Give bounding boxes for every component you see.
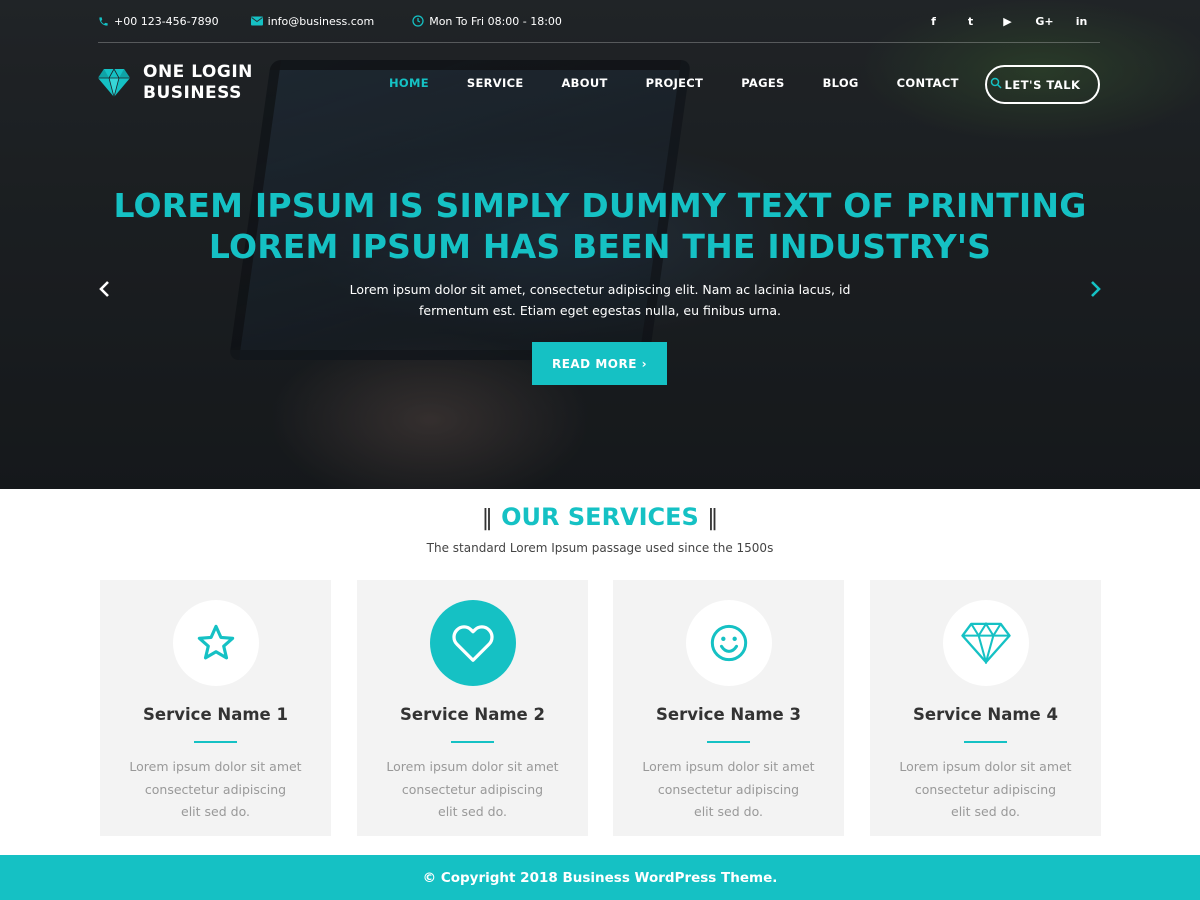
service-underline — [964, 741, 1007, 743]
service-icon-circle — [173, 600, 259, 686]
hero-lead-line-2: fermentum est. Etiam eget egestas nulla,… — [419, 303, 781, 318]
star-icon — [197, 624, 235, 660]
nav-contact[interactable]: CONTACT — [897, 76, 959, 90]
brand-line-1: ONE LOGIN — [143, 62, 253, 82]
service-icon-circle — [686, 600, 772, 686]
hero-headline-line-2: LOREM IPSUM HAS BEEN THE INDUSTRY'S — [208, 227, 992, 266]
service-name: Service Name 2 — [400, 705, 545, 724]
email-info[interactable]: info@business.com — [250, 14, 375, 28]
service-card-2[interactable]: Service Name 2 Lorem ipsum dolor sit ame… — [357, 580, 588, 836]
facebook-icon[interactable]: f — [915, 15, 952, 28]
service-name: Service Name 4 — [913, 705, 1058, 724]
service-underline — [194, 741, 237, 743]
services-title-text: OUR SERVICES — [501, 503, 699, 531]
service-card-1[interactable]: Service Name 1 Lorem ipsum dolor sit ame… — [100, 580, 331, 836]
main-nav: HOME SERVICE ABOUT PROJECT PAGES BLOG CO… — [370, 76, 1002, 90]
site-logo[interactable]: ONE LOGIN BUSINESS — [97, 62, 253, 104]
top-bar: +00 123-456-7890 info@business.com Mon T… — [98, 0, 1100, 43]
diamond-icon — [961, 622, 1011, 664]
nav-home[interactable]: HOME — [389, 76, 429, 90]
email-address: info@business.com — [267, 14, 375, 28]
title-bar-right: ‖ — [707, 506, 719, 531]
services-title: ‖ OUR SERVICES ‖ — [0, 503, 1200, 531]
phone-icon — [99, 16, 108, 26]
nav-project[interactable]: PROJECT — [646, 76, 704, 90]
phone-number: +00 123-456-7890 — [114, 14, 219, 28]
nav-about[interactable]: ABOUT — [561, 76, 607, 90]
service-description: Lorem ipsum dolor sit amet consectetur a… — [642, 759, 815, 819]
diamond-logo-icon — [98, 68, 130, 98]
service-description: Lorem ipsum dolor sit amet consectetur a… — [386, 759, 559, 819]
read-more-button[interactable]: READ MORE › — [532, 342, 667, 385]
brand-name: ONE LOGIN BUSINESS — [143, 62, 253, 104]
service-description: Lorem ipsum dolor sit amet consectetur a… — [129, 759, 302, 819]
service-icon-circle — [943, 600, 1029, 686]
service-card-4[interactable]: Service Name 4 Lorem ipsum dolor sit ame… — [870, 580, 1101, 836]
copyright-text: © Copyright 2018 Business WordPress Them… — [422, 869, 778, 886]
hero-lead-line-1: Lorem ipsum dolor sit amet, consectetur … — [349, 282, 851, 297]
footer-bar: © Copyright 2018 Business WordPress Them… — [0, 855, 1200, 900]
envelope-icon — [250, 16, 263, 26]
hero-lead-text: Lorem ipsum dolor sit amet, consectetur … — [330, 279, 870, 321]
hero-slider: +00 123-456-7890 info@business.com Mon T… — [0, 0, 1200, 489]
youtube-icon[interactable]: ▶ — [989, 15, 1026, 28]
business-hours: Mon To Fri 08:00 - 18:00 — [429, 14, 562, 28]
twitter-icon[interactable]: t — [952, 15, 989, 28]
slider-prev-arrow-icon[interactable] — [95, 279, 115, 299]
hero-headline-line-1: LOREM IPSUM IS SIMPLY DUMMY TEXT OF PRIN… — [113, 186, 1087, 225]
nav-blog[interactable]: BLOG — [823, 76, 859, 90]
hero-headline: LOREM IPSUM IS SIMPLY DUMMY TEXT OF PRIN… — [0, 185, 1200, 267]
service-name: Service Name 1 — [143, 705, 288, 724]
service-card-3[interactable]: Service Name 3 Lorem ipsum dolor sit ame… — [613, 580, 844, 836]
hours-info: Mon To Fri 08:00 - 18:00 — [412, 15, 562, 28]
linkedin-icon[interactable]: in — [1063, 15, 1100, 28]
lets-talk-button[interactable]: LET'S TALK — [985, 65, 1100, 104]
heart-icon — [452, 625, 494, 662]
title-bar-left: ‖ — [481, 506, 493, 531]
service-description: Lorem ipsum dolor sit amet consectetur a… — [899, 759, 1072, 819]
clock-icon — [412, 15, 424, 27]
nav-pages[interactable]: PAGES — [741, 76, 784, 90]
services-subtitle: The standard Lorem Ipsum passage used si… — [426, 541, 774, 555]
brand-line-2: BUSINESS — [143, 83, 242, 103]
service-name: Service Name 3 — [656, 705, 801, 724]
service-underline — [451, 741, 494, 743]
nav-service[interactable]: SERVICE — [467, 76, 524, 90]
smiley-icon — [710, 624, 748, 662]
service-icon-circle — [430, 600, 516, 686]
google-plus-icon[interactable]: G+ — [1026, 15, 1063, 28]
phone-info[interactable]: +00 123-456-7890 — [98, 15, 219, 28]
service-underline — [707, 741, 750, 743]
slider-next-arrow-icon[interactable] — [1085, 279, 1105, 299]
social-links: f t ▶ G+ in — [915, 15, 1100, 28]
